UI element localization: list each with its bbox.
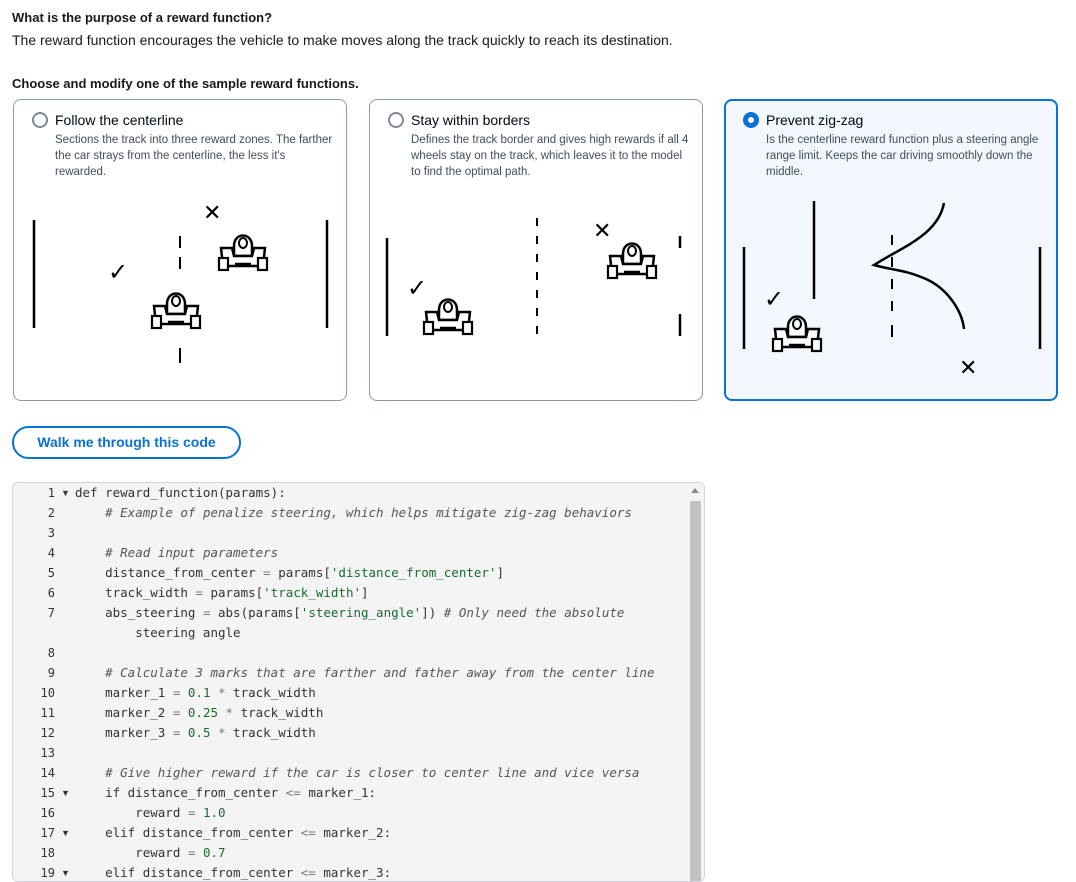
line-number: 17 [40, 826, 55, 840]
card-description: Sections the track into three reward zon… [55, 134, 333, 178]
walk-me-through-button[interactable]: Walk me through this code [12, 426, 241, 459]
code-line[interactable]: distance_from_center = params['distance_… [75, 563, 504, 583]
scrollbar-thumb[interactable] [690, 501, 701, 881]
cross-icon: ✕ [959, 356, 977, 381]
code-line[interactable]: track_width = params['track_width'] [75, 583, 368, 603]
question-answer: The reward function encourages the vehic… [12, 32, 673, 48]
line-number: 6 [47, 586, 55, 600]
cross-icon: ✕ [203, 201, 221, 226]
code-line[interactable]: # Calculate 3 marks that are farther and… [75, 663, 654, 683]
cross-icon: ✕ [593, 219, 611, 244]
code-line[interactable]: marker_1 = 0.1 * track_width [75, 683, 316, 703]
borders-illustration: ✓ ✕ [385, 218, 682, 336]
line-number: 19 [40, 866, 55, 880]
car-icon [771, 315, 823, 353]
line-number: 1 [47, 486, 55, 500]
code-line[interactable]: abs_steering = abs(params['steering_angl… [75, 603, 624, 623]
car-icon [150, 292, 202, 330]
card-stay-within-borders[interactable]: Stay within borders Defines the track bo… [369, 99, 703, 401]
line-number: 5 [47, 566, 55, 580]
code-line[interactable]: def reward_function(params): [75, 483, 286, 503]
line-number-gutter: 1 ▼ 2 3 4 5 6 7 8 9 10 11 12 13 14 15 ▼ 16 17 ▼ 18 19 ▼ [13, 483, 70, 881]
code-line[interactable]: marker_3 = 0.5 * track_width [75, 723, 316, 743]
code-line[interactable]: reward = 0.7 [75, 843, 225, 863]
card-title: Follow the centerline [55, 112, 184, 128]
code-line[interactable]: # Give higher reward if the car is close… [75, 763, 639, 783]
line-number: 2 [47, 506, 55, 520]
scroll-up-icon[interactable] [691, 488, 699, 493]
line-number: 18 [40, 846, 55, 860]
centerline-illustration: ✓ ✕ [32, 201, 329, 363]
card-description: Is the centerline reward function plus a… [766, 134, 1039, 178]
question-title: What is the purpose of a reward function… [12, 10, 273, 25]
code-line[interactable]: elif distance_from_center <= marker_3: [75, 863, 391, 881]
card-prevent-zig-zag[interactable]: Prevent zig-zag Is the centerline reward… [724, 99, 1058, 401]
check-icon: ✓ [764, 285, 784, 313]
line-number: 10 [40, 686, 55, 700]
line-number [15, 623, 55, 643]
line-number: 9 [47, 666, 55, 680]
code-line[interactable]: # Example of penalize steering, which he… [75, 503, 632, 523]
card-title: Prevent zig-zag [766, 112, 864, 128]
line-number: 15 [40, 786, 55, 800]
radio-prevent-zig-zag[interactable] [743, 112, 759, 128]
choose-heading: Choose and modify one of the sample rewa… [12, 76, 359, 91]
check-icon: ✓ [108, 258, 128, 286]
code-line[interactable]: marker_2 = 0.25 * track_width [75, 703, 323, 723]
code-line[interactable]: steering angle [75, 623, 240, 643]
radio-follow-centerline[interactable] [32, 112, 48, 128]
car-icon [606, 242, 658, 280]
line-number: 7 [47, 606, 55, 620]
line-number: 16 [40, 806, 55, 820]
line-number: 12 [40, 726, 55, 740]
fold-arrow-icon[interactable]: ▼ [61, 863, 70, 881]
card-follow-centerline[interactable]: Follow the centerline Sections the track… [13, 99, 347, 401]
line-number: 13 [40, 746, 55, 760]
line-number: 8 [47, 646, 55, 660]
line-number: 3 [47, 526, 55, 540]
code-editor[interactable]: 1 ▼ 2 3 4 5 6 7 8 9 10 11 12 13 14 15 ▼ 16 17 ▼ 18 19 ▼ def re… [12, 482, 705, 882]
line-number: 11 [40, 706, 55, 720]
radio-stay-within-borders[interactable] [388, 112, 404, 128]
car-icon [217, 234, 269, 272]
fold-arrow-icon[interactable]: ▼ [61, 823, 70, 843]
check-icon: ✓ [407, 274, 427, 302]
line-number: 4 [47, 546, 55, 560]
zig-zag-illustration: ✓ ✕ [742, 201, 1042, 381]
editor-scrollbar[interactable] [688, 483, 704, 881]
code-line[interactable]: elif distance_from_center <= marker_2: [75, 823, 391, 843]
line-number: 14 [40, 766, 55, 780]
code-line[interactable]: if distance_from_center <= marker_1: [75, 783, 376, 803]
car-icon [422, 298, 474, 336]
card-description: Defines the track border and gives high … [411, 134, 689, 178]
fold-arrow-icon[interactable]: ▼ [61, 783, 70, 803]
code-line[interactable]: # Read input parameters [75, 543, 278, 563]
code-line[interactable]: reward = 1.0 [75, 803, 225, 823]
fold-arrow-icon[interactable]: ▼ [61, 483, 70, 503]
card-title: Stay within borders [411, 112, 531, 128]
